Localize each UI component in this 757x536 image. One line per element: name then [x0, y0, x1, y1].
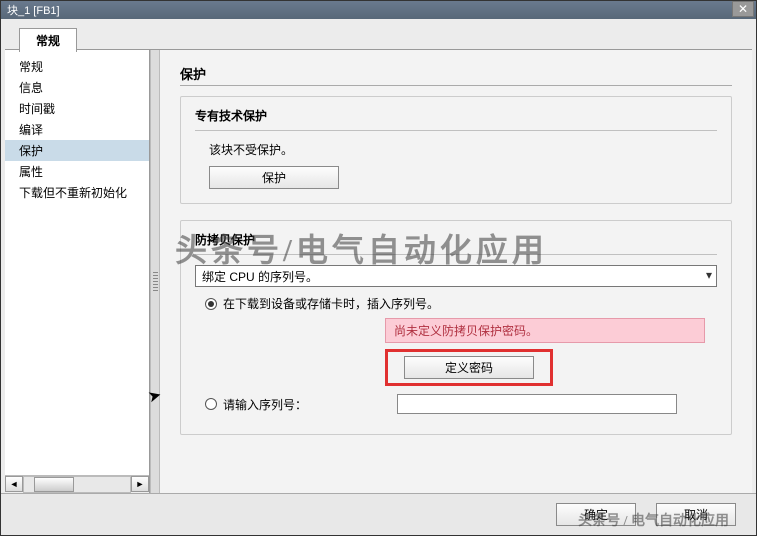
radio-icon[interactable]: [205, 298, 217, 310]
splitter[interactable]: [150, 50, 160, 493]
window-title: 块_1 [FB1]: [7, 2, 60, 18]
radio-icon[interactable]: [205, 398, 217, 410]
sidebar: 常规 信息 时间戳 编译 保护 属性 下载但不重新初始化 ◄ ►: [5, 50, 150, 493]
sidebar-scrollbar[interactable]: ◄ ►: [5, 475, 149, 493]
sidebar-item-compile[interactable]: 编译: [5, 119, 149, 140]
ok-button[interactable]: 确定: [556, 503, 636, 526]
scroll-left-icon[interactable]: ◄: [5, 476, 23, 492]
tech-protect-title: 专有技术保护: [195, 107, 717, 124]
properties-window: 块_1 [FB1] ✕ 常规 常规 信息 时间戳 编译 保护 属性 下载但不重新…: [0, 0, 757, 536]
sidebar-item-info[interactable]: 信息: [5, 77, 149, 98]
cancel-button[interactable]: 取消: [656, 503, 736, 526]
tech-protect-status: 该块不受保护。: [209, 141, 717, 158]
serial-input[interactable]: [397, 394, 677, 414]
sidebar-item-protection[interactable]: 保护: [5, 140, 149, 161]
scroll-track[interactable]: [23, 476, 131, 493]
sidebar-item-general[interactable]: 常规: [5, 56, 149, 77]
define-password-row: 定义密码: [385, 349, 717, 386]
binding-dropdown[interactable]: 绑定 CPU 的序列号。: [195, 265, 717, 287]
main-area: 常规 信息 时间戳 编译 保护 属性 下载但不重新初始化 ◄ ► 保护: [5, 49, 752, 493]
footer: 确定 取消: [1, 493, 756, 535]
sidebar-list: 常规 信息 时间戳 编译 保护 属性 下载但不重新初始化: [5, 50, 149, 475]
divider: [195, 130, 717, 131]
divider: [180, 85, 732, 86]
highlight-box: 定义密码: [385, 349, 553, 386]
scroll-thumb[interactable]: [34, 477, 74, 492]
protect-button[interactable]: 保护: [209, 166, 339, 189]
sidebar-item-timestamp[interactable]: 时间戳: [5, 98, 149, 119]
close-button[interactable]: ✕: [732, 1, 754, 17]
copy-protect-title: 防拷贝保护: [195, 231, 717, 248]
dropdown-value: 绑定 CPU 的序列号。: [202, 268, 318, 285]
sidebar-item-download[interactable]: 下载但不重新初始化: [5, 182, 149, 203]
divider: [195, 254, 717, 255]
radio-serial-label: 请输入序列号：: [223, 396, 307, 413]
sidebar-item-attributes[interactable]: 属性: [5, 161, 149, 182]
content-panel: 保护 专有技术保护 该块不受保护。 保护 防拷贝保护 绑定 CPU 的序列号。: [160, 50, 752, 493]
radio-download-label: 在下载到设备或存储卡时，插入序列号。: [223, 295, 439, 312]
scroll-right-icon[interactable]: ►: [131, 476, 149, 492]
tech-protect-group: 专有技术保护 该块不受保护。 保护: [180, 96, 732, 204]
radio-download-row[interactable]: 在下载到设备或存储卡时，插入序列号。: [205, 295, 717, 312]
window-body: 常规 常规 信息 时间戳 编译 保护 属性 下载但不重新初始化 ◄ ►: [1, 19, 756, 535]
titlebar: 块_1 [FB1] ✕: [1, 1, 756, 19]
define-password-button[interactable]: 定义密码: [404, 356, 534, 379]
tab-general[interactable]: 常规: [19, 28, 77, 52]
warning-banner: 尚未定义防拷贝保护密码。: [385, 318, 705, 343]
radio-serial-row[interactable]: 请输入序列号：: [205, 394, 717, 414]
tab-row: 常规: [1, 19, 756, 49]
copy-protect-group: 防拷贝保护 绑定 CPU 的序列号。 在下载到设备或存储卡时，插入序列号。 尚未…: [180, 220, 732, 435]
page-title: 保护: [180, 64, 732, 83]
